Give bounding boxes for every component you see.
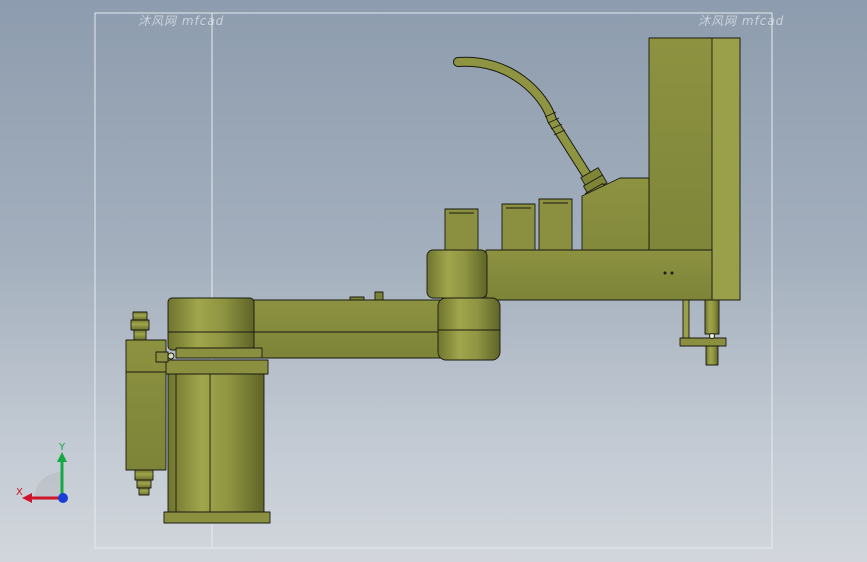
shoulder-cap <box>175 347 263 359</box>
bottom-connector <box>134 469 154 496</box>
orientation-triad[interactable] <box>14 440 76 510</box>
arm2-body <box>485 249 713 301</box>
triad-plane <box>34 472 62 500</box>
shaft-guide <box>682 299 690 341</box>
base-top-flange <box>154 359 269 375</box>
motor-1 <box>444 208 479 251</box>
elbow-cylinder <box>426 249 488 299</box>
cable-fill <box>454 57 594 184</box>
z-axis-dot <box>58 493 68 503</box>
watermark-right: 沐风网 mfcad <box>698 14 785 28</box>
cad-viewport[interactable]: 沐风网 mfcad 沐风网 mfcad X Y <box>0 0 867 562</box>
watermark-left: 沐风网 mfcad <box>138 14 225 28</box>
y-axis-label: Y <box>59 442 66 453</box>
shaft-tip <box>705 345 719 366</box>
arm1-joint-lower <box>437 297 501 361</box>
scara-robot[interactable] <box>125 37 741 524</box>
tool-flange <box>679 337 727 347</box>
base-column <box>167 361 265 515</box>
tower-side-panel <box>711 37 741 301</box>
top-connector <box>130 311 150 341</box>
shoulder-cylinder <box>167 297 255 351</box>
motor-3 <box>538 198 573 251</box>
robot-model-view[interactable] <box>0 0 867 562</box>
base-foot <box>163 511 271 524</box>
motor-2 <box>501 203 536 251</box>
x-axis-label: X <box>16 487 23 498</box>
arm1-body <box>247 299 441 359</box>
spline-shaft <box>704 299 720 335</box>
